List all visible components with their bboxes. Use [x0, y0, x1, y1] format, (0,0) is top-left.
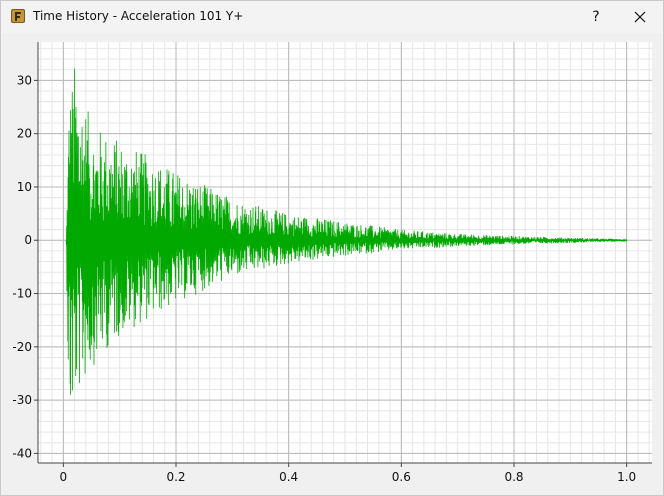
y-tick-label: -40 [12, 446, 32, 460]
y-tick-label: 30 [17, 73, 32, 87]
dialog-window: Time History - Acceleration 101 Y+ ? 0 0.… [0, 0, 664, 496]
y-tick-label: -10 [12, 287, 32, 301]
x-axis-ticks: 0 0.2 0.4 0.6 0.8 1.0 [60, 463, 636, 484]
x-tick-label: 1.0 [617, 470, 636, 484]
y-tick-label: -30 [12, 393, 32, 407]
help-label: ? [592, 9, 600, 25]
close-icon [634, 11, 646, 23]
time-history-chart[interactable]: 0 0.2 0.4 0.6 0.8 1.0 -40 -30 -20 -10 0 10 20 30 [2, 33, 664, 495]
y-tick-label: 0 [24, 233, 32, 247]
y-axis-ticks: -40 -30 -20 -10 0 10 20 30 [12, 73, 38, 460]
close-button[interactable] [617, 1, 663, 33]
y-tick-label: -20 [12, 340, 32, 354]
x-tick-label: 0.2 [166, 470, 185, 484]
title-bar[interactable]: Time History - Acceleration 101 Y+ ? [1, 1, 663, 33]
x-tick-label: 0.8 [504, 470, 523, 484]
x-tick-label: 0.4 [279, 470, 298, 484]
window-title: Time History - Acceleration 101 Y+ [33, 9, 244, 23]
x-tick-label: 0 [60, 470, 68, 484]
y-tick-label: 10 [17, 180, 32, 194]
app-icon [11, 9, 25, 23]
x-tick-label: 0.6 [392, 470, 411, 484]
y-tick-label: 20 [17, 127, 32, 141]
plot-area: 0 0.2 0.4 0.6 0.8 1.0 -40 -30 -20 -10 0 10 20 30 [2, 33, 662, 494]
help-button[interactable]: ? [573, 1, 619, 33]
